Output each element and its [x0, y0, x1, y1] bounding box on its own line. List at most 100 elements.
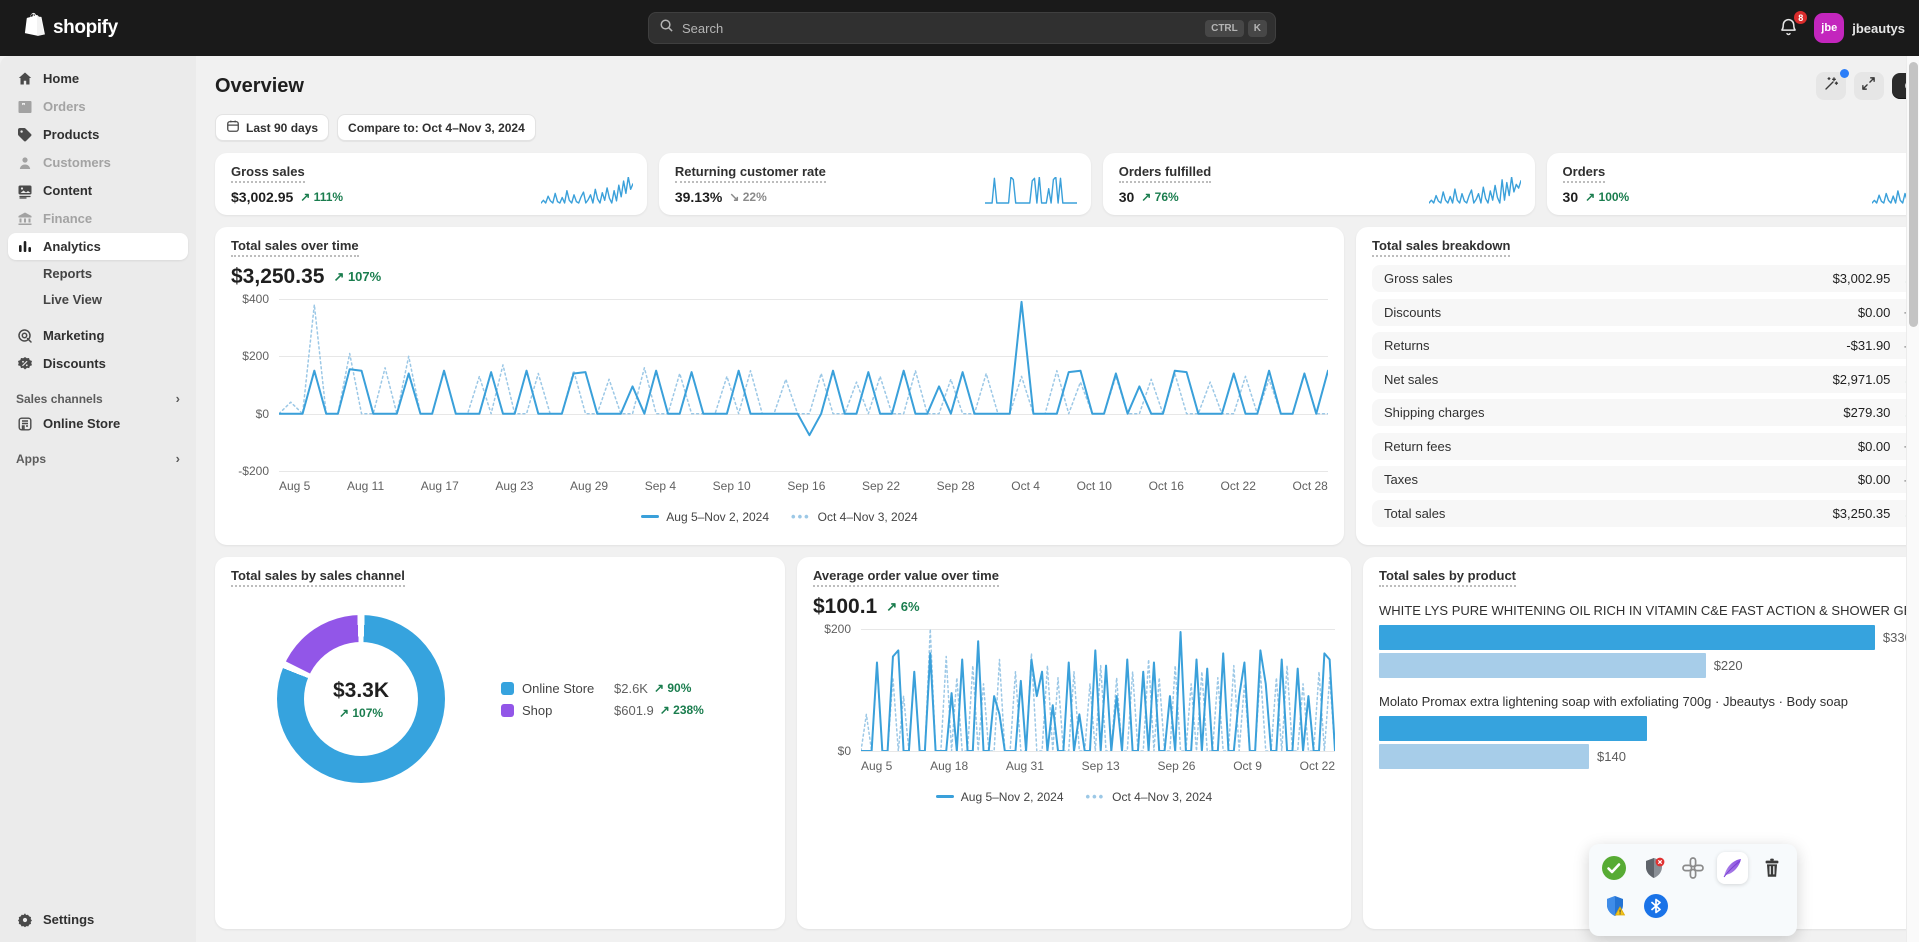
- sidebar-item-home[interactable]: Home: [8, 65, 188, 92]
- aov-plot[interactable]: [861, 629, 1335, 751]
- compare-button[interactable]: Compare to: Oct 4–Nov 3, 2024: [337, 114, 536, 141]
- storefront-icon: [16, 415, 33, 432]
- aov-line-chart: [861, 629, 1335, 751]
- sidebar-item-live-view[interactable]: Live View: [8, 287, 188, 312]
- sidebar-item-discounts[interactable]: Discounts: [8, 350, 188, 377]
- metric-card-orders-fulfilled[interactable]: Orders fulfilled 30 ↗ 76%: [1103, 153, 1535, 215]
- checkmark-icon[interactable]: [1599, 852, 1629, 884]
- sparkline-chart: [541, 177, 633, 205]
- search-icon: [659, 18, 674, 38]
- chart-legend: Aug 5–Nov 2, 2024 •••Oct 4–Nov 3, 2024: [231, 509, 1328, 524]
- x-axis: Aug 5Aug 18Aug 31Sep 13Sep 26Oct 9Oct 22: [861, 759, 1335, 773]
- sidebar-item-settings[interactable]: Settings: [8, 906, 188, 933]
- sidebar-item-products[interactable]: Products: [8, 121, 188, 148]
- sidebar-item-orders[interactable]: Orders: [8, 93, 188, 120]
- bluetooth-icon[interactable]: [1640, 890, 1672, 922]
- insights-button[interactable]: [1816, 72, 1846, 100]
- breakdown-row[interactable]: Discounts$0.00—: [1372, 299, 1919, 326]
- date-range-button[interactable]: Last 90 days: [215, 114, 329, 141]
- breakdown-row[interactable]: Return fees$0.00—: [1372, 433, 1919, 460]
- legend-item-shop[interactable]: Shop $601.9 ↗ 238%: [501, 703, 704, 718]
- shield-warning-icon[interactable]: [1599, 890, 1631, 922]
- metric-delta: ↗ 76%: [1141, 190, 1178, 204]
- donut-delta: ↗ 107%: [339, 706, 383, 720]
- metric-card-orders[interactable]: Orders 30 ↗ 100%: [1547, 153, 1919, 215]
- legend-item-online-store[interactable]: Online Store $2.6K ↗ 90%: [501, 681, 704, 696]
- donut-total: $3.3K: [333, 679, 389, 703]
- marketing-icon: [16, 327, 33, 344]
- sidebar-item-finance[interactable]: Finance: [8, 205, 188, 232]
- products-icon: [16, 126, 33, 143]
- sparkline-chart: [1429, 177, 1521, 205]
- sidebar-item-customers[interactable]: Customers: [8, 149, 188, 176]
- calendar-icon: [226, 119, 240, 136]
- fullscreen-button[interactable]: [1854, 72, 1884, 100]
- breakdown-row[interactable]: Taxes$0.00—: [1372, 466, 1919, 493]
- main-content: Overview Customize Last 90 days Compare …: [196, 56, 1919, 942]
- metric-delta: ↗ 100%: [1585, 190, 1629, 204]
- total-sales-plot[interactable]: [279, 299, 1328, 471]
- scrollbar-thumb[interactable]: [1909, 62, 1918, 327]
- sidebar-item-reports[interactable]: Reports: [8, 261, 188, 286]
- customers-icon: [16, 154, 33, 171]
- sparkline-chart: [985, 177, 1077, 205]
- total-sales-line-chart: [279, 299, 1328, 471]
- total-sales-delta: ↗ 107%: [333, 269, 381, 285]
- aov-value: $100.1: [813, 595, 877, 619]
- donut-chart[interactable]: $3.3K ↗ 107%: [277, 615, 445, 783]
- sales-channels-header[interactable]: Sales channels ›: [16, 391, 180, 406]
- scrollbar[interactable]: [1906, 56, 1919, 942]
- username: jbeautys: [1852, 21, 1905, 36]
- total-sales-breakdown-card: Total sales breakdown Gross sales$3,002.…: [1356, 227, 1919, 545]
- sidebar-item-content[interactable]: Content: [8, 177, 188, 204]
- previous-period-bar: [1379, 653, 1706, 678]
- trash-icon[interactable]: [1757, 852, 1787, 884]
- metric-card-gross-sales[interactable]: Gross sales $3,002.95 ↗ 111%: [215, 153, 647, 215]
- home-icon: [16, 70, 33, 87]
- breakdown-row[interactable]: Net sales$2,971.05↗ 109%: [1372, 366, 1919, 393]
- sidebar: Home Orders Products Customers Content F…: [0, 56, 196, 942]
- shop-swatch: [501, 704, 514, 717]
- aov-delta: ↗ 6%: [886, 599, 919, 615]
- notifications-button[interactable]: 8: [1778, 17, 1800, 39]
- product-item[interactable]: WHITE LYS PURE WHITENING OIL RICH IN VIT…: [1379, 603, 1919, 678]
- breakdown-row[interactable]: Returns-$31.90—: [1372, 332, 1919, 359]
- solid-line-swatch: [641, 515, 659, 518]
- notification-badge: 8: [1794, 11, 1807, 24]
- average-order-value-card: Average order value over time $100.1 ↗ 6…: [797, 557, 1351, 929]
- shopify-bag-icon: [22, 12, 46, 44]
- kbd-k: K: [1248, 20, 1267, 37]
- metric-delta: ↗ 111%: [300, 190, 343, 204]
- search-input[interactable]: Search CTRL K: [648, 12, 1276, 44]
- breakdown-row[interactable]: Total sales$3,250.35↗ 107%: [1372, 500, 1919, 527]
- chevron-right-icon: ›: [176, 451, 180, 466]
- metric-card-returning-rate[interactable]: Returning customer rate 39.13% ↘ 22%: [659, 153, 1091, 215]
- chevron-right-icon: ›: [176, 391, 180, 406]
- total-sales-over-time-card: Total sales over time $3,250.35 ↗ 107% $…: [215, 227, 1344, 545]
- orders-icon: [16, 98, 33, 115]
- shopify-logo[interactable]: shopify: [22, 12, 118, 44]
- breakdown-row[interactable]: Shipping charges$279.30↗ 92%: [1372, 399, 1919, 426]
- current-period-bar: [1379, 625, 1875, 650]
- total-sales-value: $3,250.35: [231, 265, 324, 289]
- shield-alert-icon[interactable]: [1638, 852, 1668, 884]
- sidebar-item-marketing[interactable]: Marketing: [8, 322, 188, 349]
- previous-period-bar: [1379, 744, 1589, 769]
- dotted-line-swatch: •••: [1086, 789, 1106, 804]
- clover-puzzle-icon[interactable]: [1678, 852, 1708, 884]
- extensions-popup: [1589, 844, 1797, 936]
- metric-cards: Gross sales $3,002.95 ↗ 111% Returning c…: [215, 153, 1919, 215]
- sidebar-item-analytics[interactable]: Analytics: [8, 233, 188, 260]
- apps-header[interactable]: Apps ›: [16, 451, 180, 466]
- current-period-bar: [1379, 716, 1647, 741]
- channel-legend: Online Store $2.6K ↗ 90% Shop $601.9 ↗ 2…: [501, 674, 704, 725]
- breakdown-row[interactable]: Gross sales$3,002.95↗ 111%: [1372, 265, 1919, 292]
- shopify-wordmark: shopify: [53, 17, 118, 39]
- feather-icon[interactable]: [1717, 852, 1747, 884]
- x-axis: Aug 5Aug 11Aug 17Aug 23Aug 29Sep 4Sep 10…: [279, 479, 1328, 493]
- topbar: shopify Search CTRL K 8 jbe jbeautys: [0, 0, 1919, 56]
- sidebar-item-online-store[interactable]: Online Store: [8, 410, 188, 437]
- product-item[interactable]: Molato Promax extra lightening soap with…: [1379, 694, 1919, 769]
- metric-value: 30: [1563, 189, 1579, 205]
- user-menu[interactable]: jbe jbeautys: [1814, 13, 1905, 43]
